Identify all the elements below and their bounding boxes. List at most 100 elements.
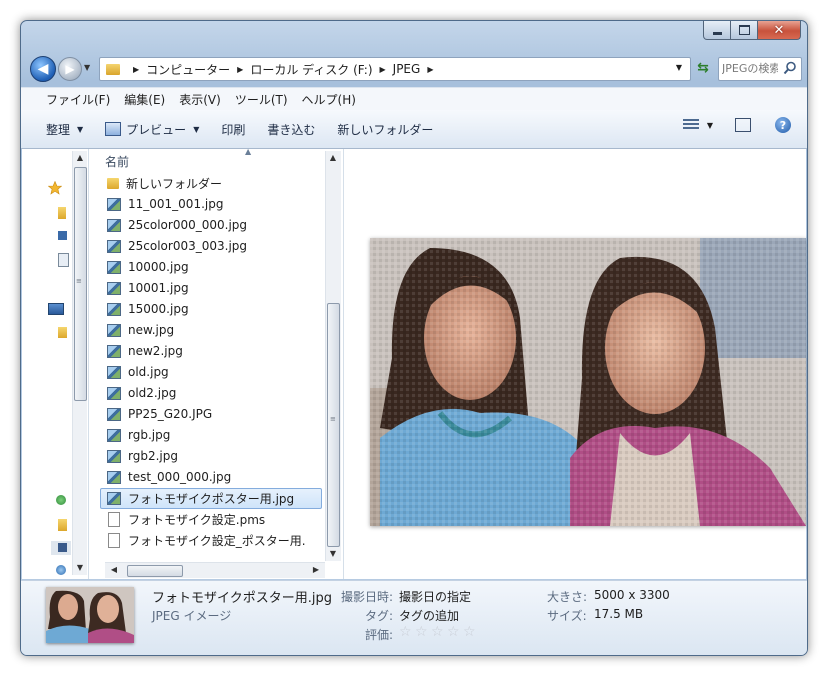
image-file-icon: [107, 218, 121, 232]
forward-button[interactable]: ▶: [58, 57, 82, 81]
address-dropdown[interactable]: ▼: [676, 63, 682, 72]
desktop-icon[interactable]: [58, 231, 67, 240]
file-list-item[interactable]: old2.jpg: [101, 383, 321, 403]
back-button[interactable]: ◀: [30, 56, 56, 82]
chevron-right-icon[interactable]: ▶: [133, 65, 139, 74]
navigation-pane-scrollbar[interactable]: ▲ ≡ ▼: [72, 151, 87, 575]
chevron-right-icon[interactable]: ▶: [237, 65, 243, 74]
folder-icon[interactable]: [58, 519, 67, 531]
file-list-item[interactable]: 25color000_000.jpg: [101, 215, 321, 235]
scroll-right-arrow[interactable]: ▶: [309, 563, 323, 577]
preview-pane-icon[interactable]: [735, 118, 751, 132]
minimize-icon: [712, 31, 722, 35]
file-list-item[interactable]: 10001.jpg: [101, 278, 321, 298]
file-list-item[interactable]: フォトモザイク設定.pms: [101, 509, 321, 529]
file-list-hscrollbar[interactable]: ◀ ▶: [105, 562, 325, 578]
file-list-item[interactable]: 11_001_001.jpg: [101, 194, 321, 214]
search-box[interactable]: [718, 57, 802, 81]
star-icon[interactable]: ☆: [415, 625, 429, 639]
file-list-item[interactable]: フォトモザイクポスター用.jpg: [100, 488, 322, 509]
new-folder-button[interactable]: 新しいフォルダー: [326, 117, 444, 141]
file-list-item[interactable]: new2.jpg: [101, 341, 321, 361]
scroll-down-arrow[interactable]: ▼: [326, 547, 340, 561]
file-name: 10001.jpg: [128, 281, 189, 295]
burn-button[interactable]: 書き込む: [256, 117, 326, 141]
close-button[interactable]: ✕: [758, 21, 801, 40]
library-icon[interactable]: [58, 327, 67, 338]
file-list-item[interactable]: rgb2.jpg: [101, 446, 321, 466]
minimize-button[interactable]: [703, 21, 731, 40]
explorer-window: ✕ ◀ ▶ ▼ ▶ コンピューター ▶ ローカル ディスク (F:) ▶ JPE…: [20, 20, 808, 656]
menu-edit[interactable]: 編集(E): [117, 91, 172, 108]
detail-date-taken-value[interactable]: 撮影日の指定: [399, 588, 471, 605]
print-button[interactable]: 印刷: [210, 117, 256, 141]
file-list-item[interactable]: new.jpg: [101, 320, 321, 340]
file-name: test_000_000.jpg: [128, 470, 232, 484]
recent-places-icon[interactable]: [58, 253, 69, 267]
file-list-item[interactable]: PP25_G20.JPG: [101, 404, 321, 424]
menu-file[interactable]: ファイル(F): [39, 91, 117, 108]
help-icon[interactable]: ?: [775, 117, 791, 133]
preview-pane: [344, 149, 806, 579]
file-list-item[interactable]: old.jpg: [101, 362, 321, 382]
network-icon[interactable]: [56, 565, 66, 575]
file-list-scrollbar[interactable]: ▲ ≡ ▼: [325, 151, 341, 561]
window-controls: ✕: [703, 21, 801, 40]
organize-button[interactable]: 整理 ▼: [35, 117, 94, 141]
scroll-up-arrow[interactable]: ▲: [73, 151, 87, 165]
breadcrumb-jpeg[interactable]: JPEG: [393, 62, 421, 76]
detail-date-taken-label: 撮影日時:: [341, 590, 394, 604]
chevron-right-icon[interactable]: ▶: [427, 65, 433, 74]
column-name-header[interactable]: 名前: [105, 153, 129, 170]
image-file-icon: [107, 302, 121, 316]
monitor-icon[interactable]: [48, 303, 64, 315]
rating-stars[interactable]: ☆ ☆ ☆ ☆ ☆: [399, 625, 479, 639]
file-list-item[interactable]: フォトモザイク設定_ポスター用.: [101, 530, 321, 550]
preview-button[interactable]: プレビュー ▼: [94, 117, 210, 141]
breadcrumb-computer[interactable]: コンピューター: [146, 61, 230, 78]
file-list-item[interactable]: rgb.jpg: [101, 425, 321, 445]
menu-view[interactable]: 表示(V): [172, 91, 228, 108]
star-icon[interactable]: ☆: [431, 625, 445, 639]
column-header[interactable]: ▲ 名前: [89, 147, 325, 170]
hscrollbar-thumb[interactable]: [127, 565, 183, 577]
file-name: 新しいフォルダー: [126, 176, 223, 191]
search-icon[interactable]: [783, 61, 797, 75]
scrollbar-thumb[interactable]: [327, 303, 340, 547]
menu-help[interactable]: ヘルプ(H): [295, 91, 363, 108]
file-list-item[interactable]: 10000.jpg: [101, 257, 321, 277]
address-bar[interactable]: ▶ コンピューター ▶ ローカル ディスク (F:) ▶ JPEG ▶ ▼: [99, 57, 691, 81]
file-list-item[interactable]: 25color003_003.jpg: [101, 236, 321, 256]
views-icon[interactable]: [682, 119, 699, 131]
search-input[interactable]: [722, 60, 778, 76]
chevron-down-icon: ▼: [77, 124, 84, 134]
breadcrumb-local-disk[interactable]: ローカル ディスク (F:): [250, 61, 372, 78]
star-icon[interactable]: ☆: [399, 625, 413, 639]
file-name: 11_001_001.jpg: [128, 197, 224, 211]
favorites-star-icon[interactable]: [48, 181, 62, 195]
folder-icon[interactable]: [58, 207, 66, 219]
scroll-down-arrow[interactable]: ▼: [73, 561, 87, 575]
folder-list-item[interactable]: 新しいフォルダー: [101, 173, 321, 193]
recent-pages-dropdown[interactable]: ▼: [84, 63, 90, 72]
file-list-pane: ▲ 名前 新しいフォルダー 11_001_001.jpg 25color000_00…: [89, 147, 344, 579]
detail-tags-value[interactable]: タグの追加: [399, 607, 459, 624]
file-name: 25color000_000.jpg: [128, 218, 248, 232]
scroll-left-arrow[interactable]: ◀: [107, 563, 121, 577]
file-list-item[interactable]: 15000.jpg: [101, 299, 321, 319]
detail-dimensions-label: 大きさ:: [547, 590, 588, 604]
maximize-button[interactable]: [731, 21, 758, 40]
refresh-button[interactable]: ⇆: [692, 57, 714, 79]
image-file-icon: [107, 492, 121, 505]
homegroup-icon[interactable]: [56, 495, 66, 505]
views-dropdown-icon[interactable]: ▼: [707, 121, 713, 130]
file-list-item[interactable]: test_000_000.jpg: [101, 467, 321, 487]
image-file-icon: [107, 323, 121, 337]
menu-tools[interactable]: ツール(T): [228, 91, 295, 108]
detail-size-value: 17.5 MB: [594, 607, 644, 621]
star-icon[interactable]: ☆: [447, 625, 461, 639]
chevron-right-icon[interactable]: ▶: [380, 65, 386, 74]
star-icon[interactable]: ☆: [463, 625, 477, 639]
scroll-up-arrow[interactable]: ▲: [326, 151, 340, 165]
computer-icon[interactable]: [58, 543, 67, 552]
